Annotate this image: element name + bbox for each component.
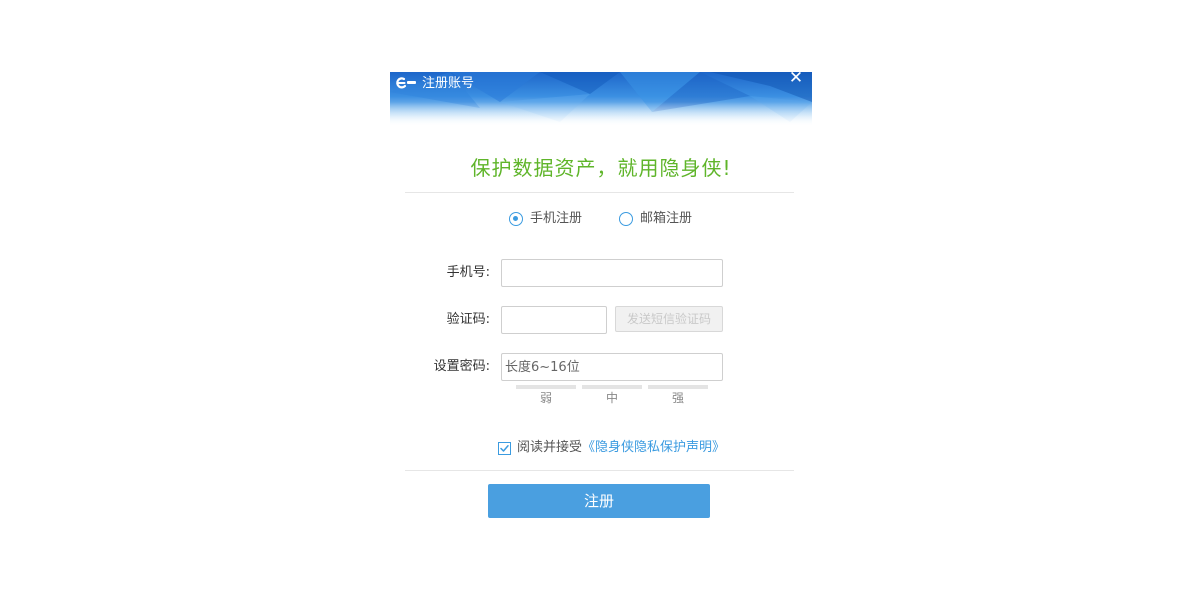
- agreement-row: 阅读并接受 《隐身侠隐私保护声明》: [498, 439, 725, 457]
- verification-code-input[interactable]: [501, 306, 607, 334]
- agreement-text: 阅读并接受: [517, 440, 583, 455]
- register-dialog: 注册账号 ✕ 保护数据资产，就用隐身侠! 手机注册 邮箱注册 手机号: 验证码:…: [390, 70, 812, 532]
- app-logo-icon: [395, 76, 417, 90]
- radio-email-register[interactable]: 邮箱注册: [619, 210, 692, 228]
- radio-selected-icon[interactable]: [509, 212, 523, 226]
- send-sms-code-button[interactable]: 发送短信验证码: [615, 306, 723, 332]
- radio-phone-label: 手机注册: [530, 211, 583, 226]
- phone-input[interactable]: [501, 259, 723, 287]
- divider-bottom: [405, 470, 794, 471]
- title-banner: 注册账号: [390, 72, 812, 126]
- code-label: 验证码:: [446, 312, 490, 327]
- privacy-policy-link[interactable]: 《隐身侠隐私保护声明》: [582, 439, 725, 457]
- strength-label-strong: 强: [671, 391, 684, 405]
- password-input[interactable]: [501, 353, 723, 381]
- password-label: 设置密码:: [433, 359, 490, 374]
- window-title: 注册账号: [422, 76, 475, 91]
- agreement-checkbox[interactable]: [498, 441, 511, 455]
- close-button[interactable]: ✕: [788, 70, 804, 87]
- strength-label-weak: 弱: [539, 391, 552, 405]
- radio-phone-register[interactable]: 手机注册: [509, 210, 582, 228]
- register-button[interactable]: 注册: [488, 484, 710, 518]
- checkmark-icon: [500, 444, 509, 452]
- slogan-heading: 保护数据资产，就用隐身侠!: [470, 156, 732, 180]
- phone-label: 手机号:: [446, 265, 490, 280]
- divider-top: [405, 192, 794, 193]
- radio-unselected-icon[interactable]: [619, 212, 633, 226]
- strength-label-medium: 中: [605, 391, 618, 405]
- radio-email-label: 邮箱注册: [640, 211, 693, 226]
